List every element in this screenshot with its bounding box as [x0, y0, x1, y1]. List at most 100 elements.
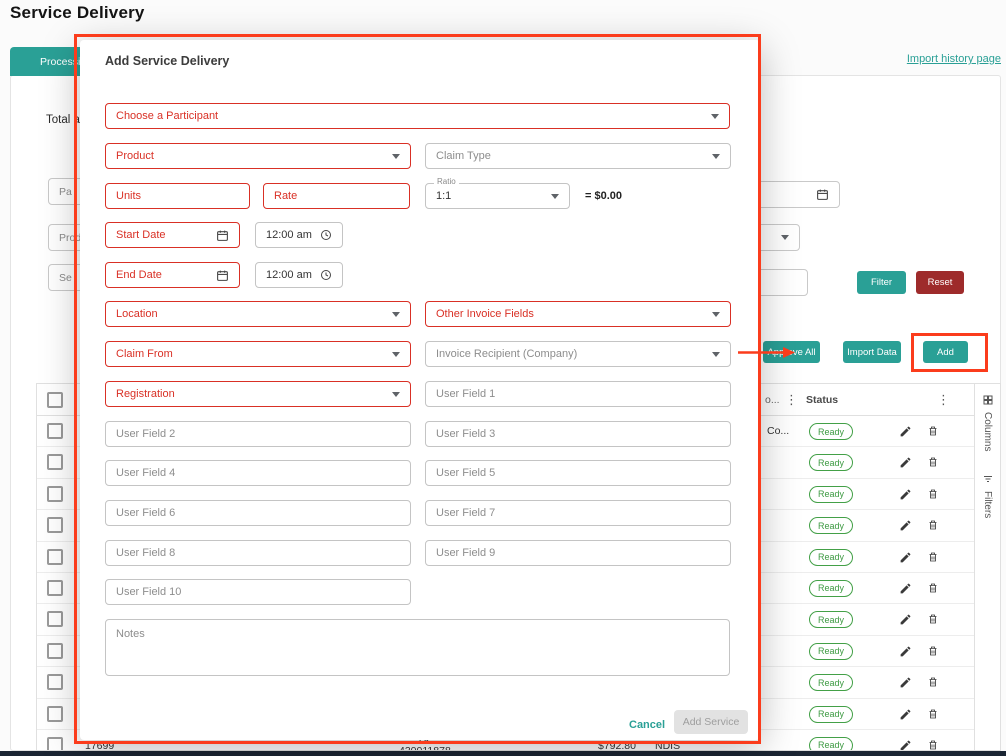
row-checkbox[interactable]: [47, 579, 63, 596]
edit-icon[interactable]: [899, 645, 912, 658]
ratio-floating-label: Ratio: [434, 177, 459, 186]
rate-input[interactable]: Rate: [263, 183, 410, 209]
calendar-icon[interactable]: [216, 229, 229, 242]
import-data-button[interactable]: Import Data: [843, 341, 901, 363]
units-input[interactable]: Units: [105, 183, 250, 209]
delete-icon[interactable]: [927, 455, 939, 469]
column-menu-icon[interactable]: ⋮: [785, 393, 798, 407]
delete-icon[interactable]: [927, 581, 939, 595]
user-field-3-input[interactable]: User Field 3: [425, 421, 731, 447]
user-field-6-label: User Field 6: [116, 507, 176, 519]
edit-icon[interactable]: [899, 425, 912, 438]
delete-icon[interactable]: [927, 675, 939, 689]
user-field-4-label: User Field 4: [116, 467, 176, 479]
filter-button[interactable]: Filter: [857, 271, 906, 294]
invoice-recipient-select[interactable]: Invoice Recipient (Company): [425, 341, 731, 367]
row-checkbox[interactable]: [47, 423, 63, 439]
row-checkbox[interactable]: [47, 517, 63, 534]
user-field-10-label: User Field 10: [116, 586, 182, 598]
delete-icon[interactable]: [927, 518, 939, 532]
user-field-4-input[interactable]: User Field 4: [105, 460, 411, 486]
product-filter-label: Prod: [59, 231, 82, 244]
user-field-5-label: User Field 5: [436, 467, 496, 479]
filters-rail-label[interactable]: Filters: [982, 491, 993, 518]
edit-icon[interactable]: [899, 519, 912, 532]
other-invoice-fields-label: Other Invoice Fields: [436, 308, 534, 320]
edit-icon[interactable]: [899, 708, 912, 721]
chevron-down-icon: [711, 113, 719, 119]
start-time-value: 12:00 am: [266, 229, 312, 241]
cancel-button[interactable]: Cancel: [629, 719, 665, 731]
edit-icon[interactable]: [899, 582, 912, 595]
user-field-6-input[interactable]: User Field 6: [105, 500, 411, 526]
row-checkbox[interactable]: [47, 454, 63, 471]
delete-icon[interactable]: [927, 487, 939, 501]
other-invoice-fields-select[interactable]: Other Invoice Fields: [425, 301, 731, 327]
edit-icon[interactable]: [899, 676, 912, 689]
import-history-link[interactable]: Import history page: [907, 53, 1001, 65]
user-field-8-input[interactable]: User Field 8: [105, 540, 411, 566]
delete-icon[interactable]: [927, 644, 939, 658]
row-checkbox[interactable]: [47, 611, 63, 628]
edit-icon[interactable]: [899, 613, 912, 626]
edit-icon[interactable]: [899, 456, 912, 469]
participant-select[interactable]: Choose a Participant: [105, 103, 730, 129]
actions-menu-icon[interactable]: ⋮: [937, 393, 950, 407]
ratio-select[interactable]: Ratio 1:1: [425, 177, 570, 209]
cell-id: 17699: [85, 739, 115, 751]
add-button[interactable]: Add: [923, 341, 968, 363]
delete-icon[interactable]: [927, 550, 939, 564]
edit-icon[interactable]: [899, 551, 912, 564]
row-checkbox[interactable]: [47, 705, 63, 722]
filters-icon[interactable]: [982, 473, 994, 485]
product-select[interactable]: Product: [105, 143, 411, 169]
notes-textarea[interactable]: Notes: [105, 619, 730, 676]
end-time-input[interactable]: 12:00 am: [255, 262, 343, 288]
approve-all-button[interactable]: Approve All: [763, 341, 820, 363]
cell-program: NDIS: [655, 739, 681, 751]
columns-icon[interactable]: [982, 394, 994, 406]
clock-icon[interactable]: [320, 229, 332, 241]
user-field-5-input[interactable]: User Field 5: [425, 460, 731, 486]
row-checkbox[interactable]: [47, 548, 63, 565]
user-field-8-label: User Field 8: [116, 547, 176, 559]
select-all-checkbox[interactable]: [47, 392, 63, 408]
chevron-down-icon: [781, 235, 789, 240]
user-field-1-input[interactable]: User Field 1: [425, 381, 731, 407]
delete-icon[interactable]: [927, 707, 939, 721]
location-select[interactable]: Location: [105, 301, 411, 327]
edit-icon[interactable]: [899, 739, 912, 750]
calendar-icon[interactable]: [816, 188, 829, 201]
participant-select-label: Choose a Participant: [116, 110, 219, 122]
end-date-input[interactable]: End Date: [105, 262, 240, 288]
calendar-icon[interactable]: [216, 269, 229, 282]
add-service-button[interactable]: Add Service: [674, 710, 748, 734]
user-field-3-label: User Field 3: [436, 428, 496, 440]
clock-icon[interactable]: [320, 269, 332, 281]
row-checkbox[interactable]: [47, 485, 63, 502]
user-field-7-input[interactable]: User Field 7: [425, 500, 731, 526]
claim-from-label: Claim From: [116, 348, 173, 360]
start-date-input[interactable]: Start Date: [105, 222, 240, 248]
row-checkbox[interactable]: [47, 736, 63, 750]
registration-select[interactable]: Registration: [105, 381, 411, 407]
user-field-10-input[interactable]: User Field 10: [105, 579, 411, 605]
delete-icon[interactable]: [927, 738, 939, 750]
status-badge: Ready: [809, 579, 854, 597]
edit-icon[interactable]: [899, 488, 912, 501]
row-checkbox[interactable]: [47, 674, 63, 691]
columns-rail-label[interactable]: Columns: [982, 412, 993, 451]
reset-button[interactable]: Reset: [916, 271, 964, 294]
status-badge: Ready: [809, 611, 854, 629]
user-field-9-input[interactable]: User Field 9: [425, 540, 731, 566]
user-field-2-label: User Field 2: [116, 428, 176, 440]
delete-icon[interactable]: [927, 612, 939, 626]
row-checkbox[interactable]: [47, 642, 63, 659]
claim-from-select[interactable]: Claim From: [105, 341, 411, 367]
user-field-2-input[interactable]: User Field 2: [105, 421, 411, 447]
start-time-input[interactable]: 12:00 am: [255, 222, 343, 248]
status-badge: Ready: [809, 454, 854, 472]
status-badge: Ready: [809, 642, 854, 660]
claim-type-select[interactable]: Claim Type: [425, 143, 731, 169]
delete-icon[interactable]: [927, 424, 939, 438]
